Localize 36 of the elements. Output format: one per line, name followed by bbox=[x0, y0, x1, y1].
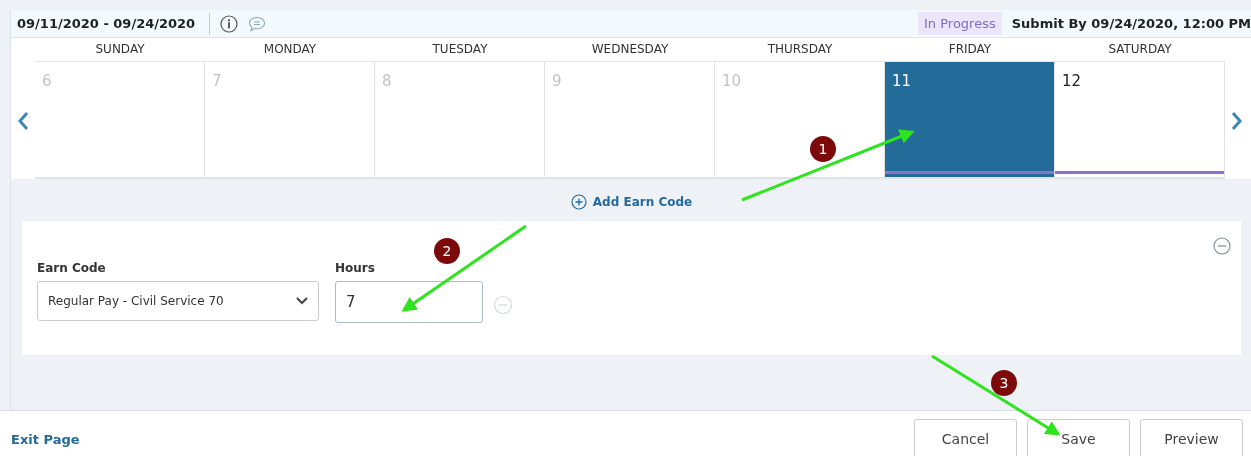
caret-icon bbox=[296, 297, 308, 305]
add-earn-code-link[interactable]: Add Earn Code bbox=[570, 194, 693, 210]
day-number: 12 bbox=[1062, 72, 1082, 90]
hours-field[interactable]: 7 bbox=[335, 281, 483, 323]
footer-button[interactable]: Cancel bbox=[914, 419, 1017, 456]
exit-page-link[interactable]: Exit Page bbox=[11, 431, 80, 447]
field-label: Earn Code bbox=[37, 261, 107, 275]
weekday-label: WEDNESDAY bbox=[545, 38, 715, 62]
field-label: Hours bbox=[335, 261, 376, 275]
day-number: 6 bbox=[42, 72, 52, 90]
weekday-label: SATURDAY bbox=[1055, 38, 1225, 62]
plus-circle-icon bbox=[570, 194, 587, 210]
pay-period-dates: 09/11/2020 - 09/24/2020 bbox=[17, 12, 211, 35]
chevron-left-icon[interactable] bbox=[17, 110, 29, 131]
day-number: 7 bbox=[212, 72, 222, 90]
day-number: 10 bbox=[722, 72, 742, 90]
remove-circle-icon[interactable] bbox=[1213, 237, 1231, 255]
weekday-label: MONDAY bbox=[205, 38, 375, 62]
day-cell[interactable]: 11 bbox=[885, 62, 1055, 179]
weekday-label: TUESDAY bbox=[375, 38, 545, 62]
status-badge: In Progress bbox=[918, 12, 1002, 35]
chevron-right-icon[interactable] bbox=[1231, 110, 1243, 131]
footer-button[interactable]: Preview bbox=[1140, 419, 1243, 456]
submit-deadline: Submit By 09/24/2020, 12:00 PM bbox=[1011, 16, 1251, 31]
comment-icon[interactable] bbox=[248, 15, 267, 32]
earn-code-dropdown[interactable]: Regular Pay - Civil Service 70 bbox=[37, 281, 319, 321]
day-number: 8 bbox=[382, 72, 392, 90]
step-marker: 3 bbox=[991, 370, 1017, 396]
weekday-label: SUNDAY bbox=[35, 38, 205, 62]
day-number: 9 bbox=[552, 72, 562, 90]
day-number: 11 bbox=[892, 72, 912, 90]
footer-button[interactable]: Save bbox=[1027, 419, 1130, 456]
step-marker: 1 bbox=[810, 136, 836, 162]
info-icon[interactable] bbox=[220, 14, 239, 33]
step-marker: 2 bbox=[434, 238, 460, 264]
weekday-label: THURSDAY bbox=[715, 38, 885, 62]
